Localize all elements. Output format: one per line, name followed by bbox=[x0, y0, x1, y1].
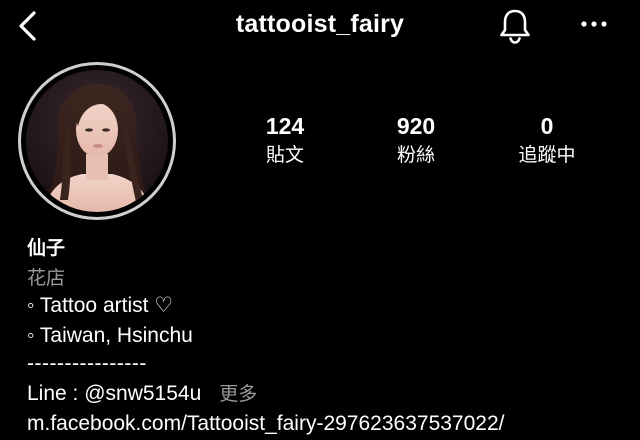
following-count: 0 bbox=[540, 113, 554, 139]
notifications-button[interactable] bbox=[496, 4, 534, 48]
profile-username-title: tattooist_fairy bbox=[235, 10, 405, 38]
bio-line-contact: Line : @snw5154u bbox=[27, 382, 202, 405]
more-options-button[interactable] bbox=[576, 8, 612, 40]
posts-label: 貼文 bbox=[265, 144, 304, 166]
more-horizontal-icon bbox=[581, 21, 607, 27]
avatar-story-ring[interactable] bbox=[18, 62, 176, 220]
followers-label: 粉絲 bbox=[396, 144, 435, 166]
profile-category: 花店 bbox=[27, 267, 66, 289]
stat-posts[interactable]: 124 貼文 bbox=[225, 112, 345, 169]
bio-more-link[interactable]: 更多 bbox=[219, 383, 257, 405]
bio-line: ◦ Tattoo artist ♡ bbox=[27, 294, 174, 317]
posts-count: 124 bbox=[265, 113, 305, 139]
following-label: 追蹤中 bbox=[518, 144, 576, 166]
stat-followers[interactable]: 920 粉絲 bbox=[356, 112, 476, 169]
bell-icon bbox=[500, 9, 530, 44]
bio-line: ◦ Taiwan, Hsinchu bbox=[27, 324, 193, 347]
avatar[interactable] bbox=[26, 70, 168, 212]
stat-following[interactable]: 0 追蹤中 bbox=[487, 112, 607, 169]
avatar-photo bbox=[26, 70, 168, 212]
bio-divider: ---------------- bbox=[27, 352, 147, 375]
followers-count: 920 bbox=[396, 113, 436, 139]
website-link[interactable]: m.facebook.com/Tattooist_fairy-297623637… bbox=[27, 410, 504, 438]
display-name: 仙子 bbox=[27, 237, 66, 259]
bio-line: Line : @snw5154u 更多 bbox=[27, 380, 257, 408]
